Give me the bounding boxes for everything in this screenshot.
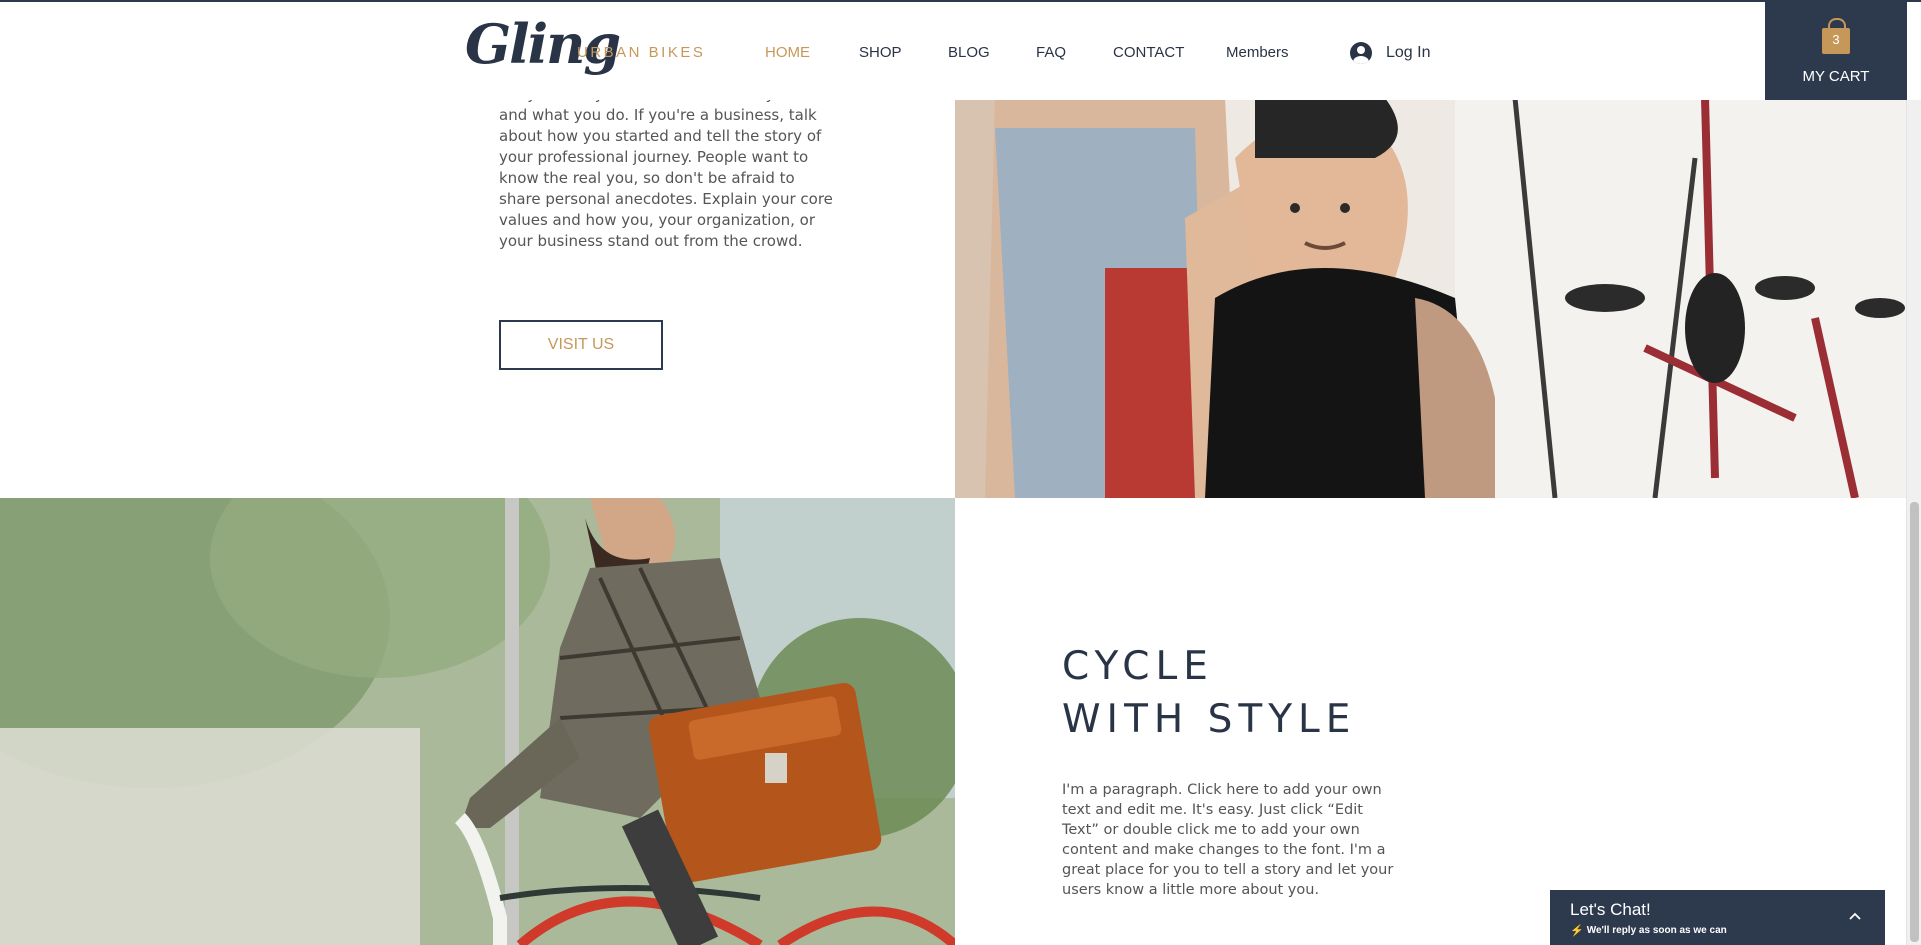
nav-shop[interactable]: SHOP [859, 44, 902, 61]
login-button[interactable]: Log In [1350, 40, 1430, 66]
chat-title: Let's Chat! [1570, 900, 1651, 919]
visit-us-button[interactable]: VISIT US [499, 320, 663, 370]
cart-label: MY CART [1802, 68, 1870, 85]
page-scrollbar[interactable] [1906, 0, 1921, 945]
nav-contact[interactable]: CONTACT [1113, 44, 1184, 61]
cycle-with-style-heading: CYCLE WITH STYLE [1062, 640, 1356, 746]
login-label: Log In [1386, 44, 1431, 61]
nav-blog[interactable]: BLOG [948, 44, 990, 61]
nav-members[interactable]: Members [1226, 44, 1289, 61]
chat-widget[interactable]: Let's Chat! ⚡ We'll reply as soon as we … [1550, 890, 1885, 945]
cart-count-badge: 3 [1832, 32, 1840, 47]
user-avatar-icon [1350, 42, 1372, 64]
site-header: Gling URBAN BIKES HOME SHOP BLOG FAQ CON… [0, 0, 1921, 100]
couple-photo [955, 98, 1906, 498]
cart-button[interactable]: 3 MY CART [1765, 2, 1907, 100]
about-paragraph: tell your story and to describe who you … [499, 85, 833, 250]
chat-subtitle-text: We'll reply as soon as we can [1586, 925, 1727, 936]
lightning-icon: ⚡ [1570, 925, 1584, 937]
cyclist-photo-illustration [0, 498, 955, 945]
heading-line-1: CYCLE [1062, 644, 1214, 689]
scrollbar-thumb[interactable] [1910, 502, 1919, 942]
couple-photo-illustration [955, 98, 1906, 498]
chat-subtitle: ⚡ We'll reply as soon as we can [1570, 924, 1727, 937]
cyclist-photo [0, 498, 955, 945]
nav-home[interactable]: HOME [765, 44, 810, 61]
cycle-paragraph: I'm a paragraph. Click here to add your … [1062, 782, 1394, 898]
heading-line-2: WITH STYLE [1062, 697, 1357, 742]
nav-faq[interactable]: FAQ [1036, 44, 1066, 61]
page: tell your story and to describe who you … [0, 0, 1921, 945]
chevron-up-icon[interactable] [1847, 908, 1863, 924]
logo-subtitle[interactable]: URBAN BIKES [577, 44, 705, 61]
